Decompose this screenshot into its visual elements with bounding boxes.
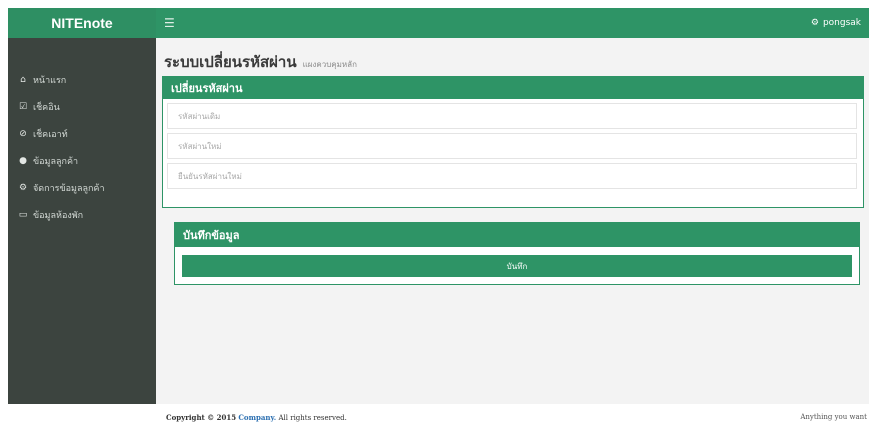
- settings-icon: ⚙: [18, 182, 28, 193]
- checkin-icon: ☑: [18, 101, 28, 112]
- sidebar-item-home[interactable]: ⌂ หน้าแรก: [8, 66, 156, 93]
- username: pongsak: [822, 18, 861, 28]
- panel-title: เปลี่ยนรหัสผ่าน: [163, 77, 863, 99]
- sidebar-item-checkout[interactable]: ⊘ เช็คเอาท์: [8, 120, 156, 147]
- confirm-password-field[interactable]: [167, 163, 857, 189]
- main-content: ระบบเปลี่ยนรหัสผ่าน แผงควบคุมหลัก เปลี่ย…: [156, 38, 869, 404]
- brand-logo[interactable]: NITEnote: [8, 8, 156, 38]
- rights-text: All rights reserved.: [278, 414, 347, 422]
- gear-icon: ⚙: [810, 18, 819, 28]
- page-title: ระบบเปลี่ยนรหัสผ่าน: [164, 53, 297, 71]
- sidebar-item-label: เช็คเอาท์: [33, 129, 68, 140]
- checkout-icon: ⊘: [19, 128, 27, 139]
- sidebar-item-checkin[interactable]: ☑ เช็คอิน: [8, 93, 156, 120]
- page-subtitle: แผงควบคุมหลัก: [302, 60, 357, 69]
- hamburger-icon[interactable]: ☰: [164, 16, 175, 30]
- sidebar-item-manage-customers[interactable]: ⚙ จัดการข้อมูลลูกค้า: [8, 174, 156, 201]
- save-button[interactable]: บันทึก: [182, 255, 852, 277]
- new-password-field[interactable]: [167, 133, 857, 159]
- page-header: ระบบเปลี่ยนรหัสผ่าน แผงควบคุมหลัก: [164, 50, 357, 74]
- user-icon: ●: [19, 155, 27, 166]
- user-menu[interactable]: ⚙ pongsak: [811, 18, 861, 28]
- home-icon: ⌂: [20, 74, 26, 85]
- footer-copyright: Copyright © 2015 Company. All rights res…: [166, 413, 347, 422]
- sidebar-item-label: หน้าแรก: [33, 75, 67, 86]
- sidebar: ⌂ หน้าแรก ☑ เช็คอิน ⊘ เช็คเอาท์ ● ข้อมูล…: [8, 38, 156, 404]
- monitor-icon: ▭: [18, 209, 28, 220]
- company-link[interactable]: Company.: [238, 413, 276, 422]
- sidebar-item-label: เช็คอิน: [33, 102, 60, 113]
- panel-title: บันทึกข้อมูล: [175, 223, 859, 247]
- save-panel: บันทึกข้อมูล บันทึก: [174, 222, 860, 285]
- change-password-panel: เปลี่ยนรหัสผ่าน: [162, 76, 864, 208]
- top-navbar: ☰ ⚙ pongsak: [156, 8, 869, 38]
- sidebar-item-room-info[interactable]: ▭ ข้อมูลห้องพัก: [8, 201, 156, 228]
- sidebar-item-label: ข้อมูลห้องพัก: [33, 210, 84, 221]
- sidebar-item-label: ข้อมูลลูกค้า: [33, 156, 79, 167]
- sidebar-item-customer-info[interactable]: ● ข้อมูลลูกค้า: [8, 147, 156, 174]
- copyright-text: Copyright © 2015: [166, 413, 237, 422]
- footer-tagline: Anything you want: [800, 413, 867, 421]
- sidebar-item-label: จัดการข้อมูลลูกค้า: [33, 183, 105, 194]
- old-password-field[interactable]: [167, 103, 857, 129]
